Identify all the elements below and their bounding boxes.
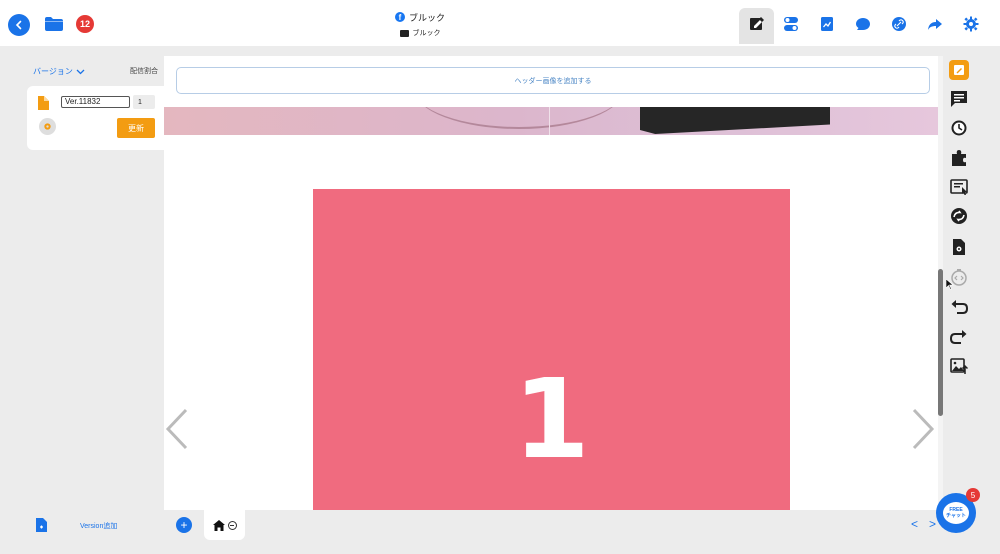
plugin-icon — [952, 150, 966, 166]
folder-button[interactable] — [44, 16, 64, 32]
image-upload-icon — [950, 358, 968, 374]
text-edit-button[interactable] — [949, 177, 969, 197]
link-icon — [892, 17, 906, 31]
stats-button[interactable] — [818, 15, 836, 33]
text-edit-icon — [950, 179, 968, 195]
chevron-left-icon — [165, 408, 188, 450]
doc-settings-icon — [953, 239, 965, 255]
comment-icon — [951, 91, 967, 107]
small-folder-icon — [399, 29, 409, 37]
folder-name: ブルック — [412, 30, 441, 37]
share-button[interactable] — [926, 15, 944, 33]
distribution-label: 配信割合 — [130, 68, 158, 75]
image-upload-button[interactable] — [949, 356, 969, 376]
chat-bubble-icon: FREE チャット — [943, 502, 969, 524]
editor-canvas: ヘッダー画像を追加する 1 — [164, 56, 938, 510]
version-card: Ver.11832 1 更新 — [27, 86, 164, 150]
mouse-cursor-icon — [946, 279, 954, 290]
page-title-area: f ブルック ブルック — [380, 10, 460, 40]
share-icon — [928, 19, 942, 30]
history-button[interactable] — [949, 118, 969, 138]
comment-button[interactable] — [949, 89, 969, 109]
toggle-settings-icon — [784, 17, 798, 31]
toggle-settings-button[interactable] — [782, 15, 800, 33]
undo-icon — [951, 300, 968, 314]
chat-unread-badge: 5 — [966, 488, 980, 502]
plugin-button[interactable] — [949, 148, 969, 168]
sync-button[interactable] — [949, 206, 969, 226]
version-settings-button[interactable] — [39, 118, 56, 135]
chat-tool-button[interactable] — [854, 15, 872, 33]
version-ratio-stepper[interactable]: 1 — [133, 95, 155, 109]
update-button[interactable]: 更新 — [117, 118, 155, 138]
next-slide-button[interactable] — [910, 406, 936, 452]
header-banner-image — [164, 107, 938, 135]
page-title-row: f ブルック — [380, 10, 460, 24]
canvas-scrollbar-thumb[interactable] — [938, 269, 943, 416]
notification-badge[interactable]: 12 — [76, 15, 94, 33]
document-icon — [38, 96, 49, 110]
top-bar: 12 f ブルック ブルック — [0, 0, 1000, 46]
folder-icon — [45, 17, 63, 31]
gear-icon — [44, 123, 51, 130]
page-settings-button[interactable] — [949, 60, 969, 80]
slide-number: 1 — [513, 355, 590, 483]
gear-icon — [963, 16, 979, 32]
add-header-image-button[interactable]: ヘッダー画像を追加する — [176, 67, 930, 94]
notification-count: 12 — [79, 19, 90, 29]
chat-label-chat: チャット — [946, 513, 966, 519]
add-version-link[interactable]: Version追加 — [80, 521, 117, 531]
prev-slide-button[interactable] — [164, 406, 190, 452]
undo-button[interactable] — [949, 296, 969, 316]
redo-button[interactable] — [949, 326, 969, 346]
history-icon — [951, 120, 967, 136]
page-settings-icon — [954, 65, 964, 75]
sync-icon — [951, 208, 967, 224]
home-icon — [212, 519, 225, 531]
page-tab-home[interactable] — [204, 510, 245, 540]
chevron-down-icon — [76, 69, 85, 74]
redo-icon — [950, 330, 967, 344]
link-button[interactable] — [890, 15, 908, 33]
stats-icon — [821, 17, 833, 31]
remove-page-icon[interactable] — [227, 520, 237, 530]
facebook-icon: f — [394, 12, 405, 22]
pager-next-button[interactable]: > — [929, 517, 936, 531]
pager-prev-button[interactable]: < — [911, 517, 918, 531]
version-dropdown-label: バージョン — [33, 67, 73, 76]
folder-row: ブルック — [380, 26, 460, 40]
version-dropdown[interactable]: バージョン — [33, 66, 85, 77]
banner-laptop — [640, 107, 830, 134]
banner-arc — [414, 107, 624, 129]
add-version-document-icon[interactable] — [36, 518, 47, 532]
edit-page-icon — [750, 17, 764, 30]
back-button[interactable] — [8, 14, 30, 36]
chevron-left-icon — [15, 20, 22, 30]
version-name-input[interactable]: Ver.11832 — [61, 96, 130, 108]
banner-divider — [549, 107, 550, 135]
settings-button[interactable] — [962, 15, 980, 33]
chat-icon — [856, 18, 870, 30]
chevron-right-icon — [912, 408, 935, 450]
edit-page-button[interactable] — [748, 15, 766, 33]
page-title: ブルック — [408, 12, 445, 23]
add-page-button[interactable]: + — [176, 517, 192, 533]
slide-panel[interactable]: 1 — [313, 189, 790, 510]
doc-settings-button[interactable] — [949, 237, 969, 257]
